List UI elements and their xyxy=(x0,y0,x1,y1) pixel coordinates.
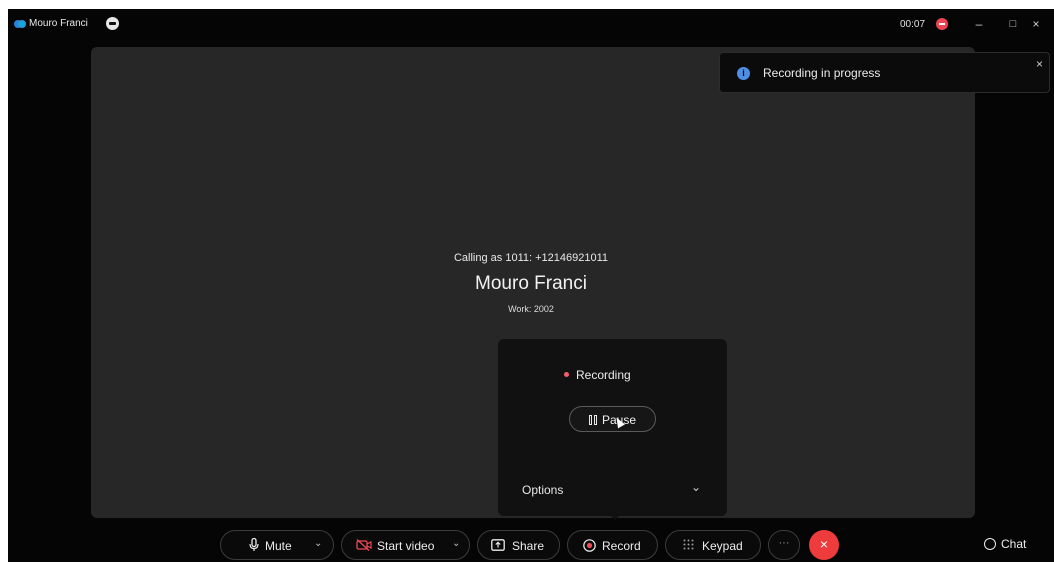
chevron-down-icon[interactable]: ⌄ xyxy=(314,538,322,549)
close-window-button[interactable]: × xyxy=(1026,14,1046,34)
callee-work-number: Work: 2002 xyxy=(508,304,554,314)
popover-caret xyxy=(607,512,623,520)
maximize-button[interactable]: □ xyxy=(1003,14,1023,34)
pause-icon xyxy=(589,415,597,425)
app-logo-icon xyxy=(14,20,26,28)
record-button[interactable]: Record xyxy=(567,530,658,560)
start-video-label: Start video xyxy=(377,539,435,553)
share-button[interactable]: Share xyxy=(477,530,560,560)
toast-close-button[interactable]: × xyxy=(1036,57,1043,71)
keypad-icon xyxy=(683,539,694,550)
call-window: Mouro Franci 00:07 – □ × Calling as 1011… xyxy=(8,9,1054,562)
record-icon xyxy=(583,539,596,552)
info-icon: i xyxy=(737,67,750,80)
title-bar: Mouro Franci 00:07 – □ × xyxy=(8,9,1054,39)
mute-button[interactable]: Mute ⌄ xyxy=(220,530,334,560)
calling-as-text: Calling as 1011: +12146921011 xyxy=(453,252,609,264)
start-video-button[interactable]: Start video ⌄ xyxy=(341,530,470,560)
keypad-button[interactable]: Keypad xyxy=(665,530,761,560)
options-dropdown[interactable]: Options xyxy=(522,483,563,497)
call-timer: 00:07 xyxy=(900,19,926,30)
chevron-down-icon[interactable]: ⌄ xyxy=(691,480,701,494)
record-label: Record xyxy=(602,539,641,553)
window-title: Mouro Franci xyxy=(29,18,88,29)
callee-name: Mouro Franci xyxy=(475,273,587,294)
more-options-button[interactable]: ··· xyxy=(768,530,800,560)
recording-toast: i Recording in progress × xyxy=(719,52,1050,93)
recording-indicator-icon[interactable] xyxy=(936,18,948,30)
share-label: Share xyxy=(512,539,545,553)
recording-dot-icon xyxy=(564,372,569,377)
toast-message: Recording in progress xyxy=(763,66,881,80)
share-screen-icon xyxy=(491,539,505,551)
chevron-down-icon[interactable]: ⌄ xyxy=(452,538,460,549)
chat-icon xyxy=(984,538,996,550)
minimize-button[interactable]: – xyxy=(969,14,989,34)
more-icon: ··· xyxy=(778,537,790,549)
chat-label: Chat xyxy=(1001,537,1027,551)
end-call-button[interactable]: × xyxy=(809,530,839,560)
mute-label: Mute xyxy=(265,539,292,553)
video-off-icon xyxy=(356,539,372,551)
do-not-disturb-icon[interactable] xyxy=(106,17,119,30)
keypad-label: Keypad xyxy=(702,539,743,553)
pause-recording-button[interactable]: Pause xyxy=(569,406,656,432)
recording-status: Recording xyxy=(576,368,631,382)
recording-popover: Recording Pause Options ⌄ xyxy=(498,339,727,516)
microphone-icon xyxy=(249,538,259,551)
